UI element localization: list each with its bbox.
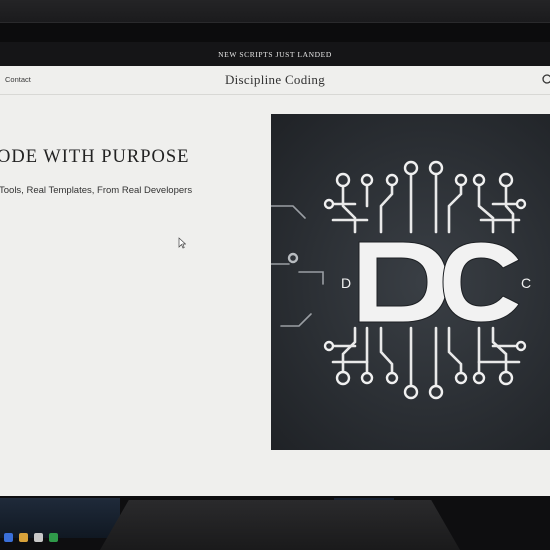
search-icon[interactable] — [541, 73, 550, 87]
taskbar-app-icon[interactable] — [49, 533, 58, 542]
taskbar-app-icon[interactable] — [19, 533, 28, 542]
monitor-stand — [100, 500, 460, 550]
site-title[interactable]: Discipline Coding — [0, 72, 550, 88]
logo-small-d: D — [341, 275, 351, 291]
website-screen: Contact Discipline Coding ODE WITH PURPO… — [0, 66, 550, 498]
hero-heading: ODE WITH PURPOSE — [0, 147, 190, 167]
announcement-text: NEW SCRIPTS JUST LANDED — [218, 49, 332, 59]
top-navigation: Contact Discipline Coding — [0, 66, 550, 95]
mouse-cursor-icon — [178, 236, 187, 249]
circuit-logo-graphic: D C — [271, 160, 531, 400]
logo-small-c: C — [521, 275, 531, 291]
announcement-bar: NEW SCRIPTS JUST LANDED — [0, 42, 550, 66]
hero-subheading: Tools, Real Templates, From Real Develop… — [0, 185, 193, 196]
taskbar-icons — [4, 533, 58, 542]
monitor-bezel-band — [0, 22, 550, 43]
dc-logo-image: D C — [271, 114, 550, 450]
background-screen — [0, 498, 120, 538]
taskbar-app-icon[interactable] — [4, 533, 13, 542]
taskbar-app-icon[interactable] — [34, 533, 43, 542]
